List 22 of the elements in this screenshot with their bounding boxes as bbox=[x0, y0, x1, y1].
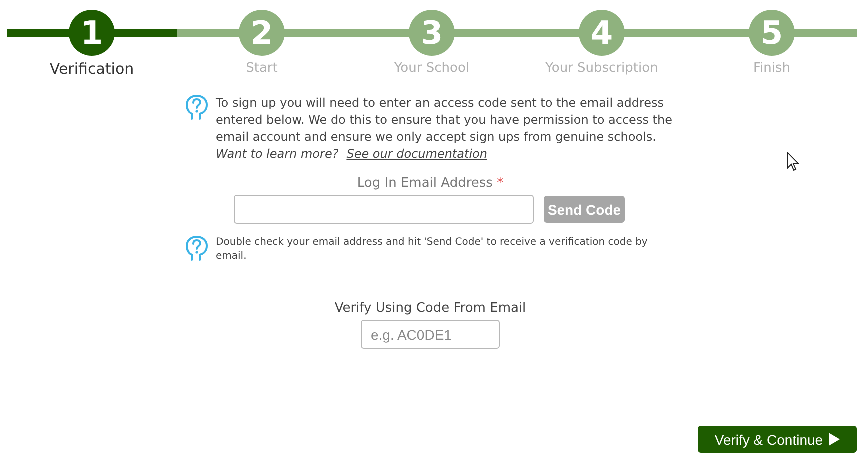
code-label: Verify Using Code From Email bbox=[334, 301, 526, 316]
step-label: Verification bbox=[50, 60, 134, 78]
mouse-cursor bbox=[787, 152, 800, 172]
email-input[interactable] bbox=[234, 195, 534, 224]
documentation-link[interactable]: See our documentation bbox=[346, 147, 488, 161]
step-circle: 2 bbox=[239, 10, 285, 56]
play-icon bbox=[829, 433, 840, 446]
intro-text: To sign up you will need to enter an access code sent to the email address entered below. We do this to ensure that you have permission to access the email account and ensure we only accept sign ups from genuine schools. Want to learn more? See our documentation bbox=[216, 95, 674, 163]
step-circle: 4 bbox=[579, 10, 625, 56]
help-icon bbox=[186, 95, 208, 121]
email-label: Log In Email Address * bbox=[357, 176, 504, 191]
step-label: Your School bbox=[394, 61, 470, 76]
step-label: Finish bbox=[753, 61, 790, 76]
verify-continue-button[interactable]: Verify & Continue bbox=[698, 426, 857, 453]
step-circle: 5 bbox=[749, 10, 795, 56]
step-circle: 3 bbox=[409, 10, 455, 56]
step-label: Your Subscription bbox=[546, 61, 658, 76]
step-label: Start bbox=[246, 61, 278, 76]
code-input[interactable]: e.g. AC0DE1 bbox=[361, 320, 500, 349]
help-icon bbox=[186, 236, 208, 262]
hint-text: Double check your email address and hit 'Send Code' to receive a verification code by email. bbox=[216, 236, 649, 264]
step-circle: 1 bbox=[69, 10, 115, 56]
